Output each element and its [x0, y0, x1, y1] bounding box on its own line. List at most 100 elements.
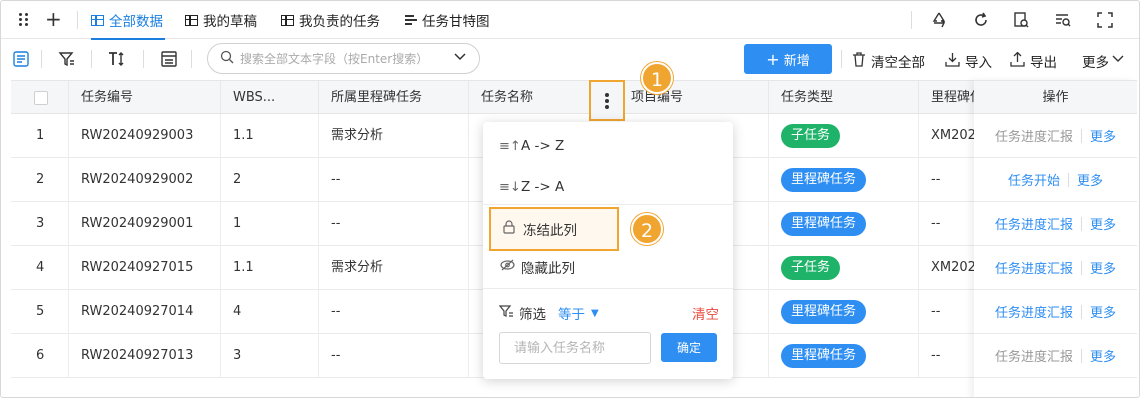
add-view-icon[interactable]: +	[45, 9, 62, 29]
fullscreen-icon[interactable]	[1095, 10, 1115, 30]
divider	[191, 50, 192, 68]
filter-row: 筛选 等于 ▼ 清空	[498, 303, 719, 323]
filter-value-input[interactable]	[499, 332, 651, 364]
search-box[interactable]	[207, 43, 480, 74]
select-all-cell	[11, 81, 69, 115]
caret-down-icon[interactable]: ▼	[591, 308, 599, 319]
sort-asc-item[interactable]: ≡↑ A -> Z	[499, 131, 564, 161]
filter-label: 筛选	[519, 307, 546, 323]
row-index: 6	[11, 334, 69, 378]
divider	[483, 288, 733, 289]
tab-gantt[interactable]: 任务甘特图	[405, 1, 490, 39]
layout-icon[interactable]	[159, 49, 179, 69]
more-label: 更多	[1082, 55, 1109, 71]
freeze-column-item[interactable]: 冻结此列	[489, 207, 619, 251]
wbs-cell: 1	[221, 202, 319, 246]
clear-all-button[interactable]: 清空全部	[852, 51, 925, 71]
trash-icon	[852, 51, 866, 71]
ops-cell: 任务开始 更多	[974, 158, 1137, 202]
milestone-code-cell: XM2024	[931, 260, 979, 275]
row-more-link[interactable]: 更多	[1090, 302, 1116, 321]
wbs-cell: 3	[221, 334, 319, 378]
row-more-link[interactable]: 更多	[1090, 258, 1116, 277]
ops-cell: 任务进度汇报 更多	[974, 246, 1137, 290]
tab-my-drafts[interactable]: 我的草稿	[185, 1, 257, 39]
hide-column-label: 隐藏此列	[521, 261, 575, 277]
divider	[1081, 348, 1082, 363]
row-action-link[interactable]: 任务开始	[1008, 170, 1060, 189]
record-view-icon[interactable]	[11, 49, 31, 69]
view-tab-bar: + 全部数据 我的草稿 我负责的任务 任务甘特图	[1, 1, 1139, 40]
more-button[interactable]: 更多	[1082, 51, 1125, 71]
filter-icon[interactable]	[57, 49, 77, 69]
report-search-icon[interactable]	[1011, 10, 1031, 30]
grid-icon	[281, 14, 294, 26]
row-index: 1	[11, 114, 69, 158]
task-code-cell: RW20240929003	[69, 114, 221, 158]
task-code-cell: RW20240927013	[69, 334, 221, 378]
divider	[143, 50, 144, 68]
header-milestone-code[interactable]: 里程碑任	[919, 81, 979, 115]
header-wbs[interactable]: WBS...	[221, 81, 319, 115]
sort-desc-icon: ≡↓	[499, 179, 521, 195]
export-button[interactable]: 导出	[1010, 51, 1057, 71]
refresh-icon[interactable]	[971, 10, 991, 30]
divider	[911, 11, 912, 29]
chevron-down-icon	[1111, 52, 1125, 70]
milestone-code-cell: --	[931, 304, 941, 319]
row-more-link[interactable]: 更多	[1090, 214, 1116, 233]
task-type-cell: 子任务	[769, 246, 919, 290]
add-button[interactable]: + 新增	[744, 44, 832, 74]
filter-icon	[498, 304, 514, 322]
import-button[interactable]: 导入	[945, 51, 992, 71]
header-project-code[interactable]: 项目编号	[619, 81, 769, 115]
callout-badge: 2	[631, 213, 663, 245]
recycle-icon[interactable]	[929, 10, 949, 30]
header-task-type[interactable]: 任务类型	[769, 81, 919, 115]
row-action-link[interactable]: 任务进度汇报	[995, 258, 1073, 277]
filter-list-icon[interactable]	[1053, 10, 1073, 30]
tab-all-data[interactable]: 全部数据	[91, 1, 165, 40]
ops-column: 操作 任务进度汇报 更多 任务开始 更多 任务进度汇报 更多 任务进度汇报 更多 任务进度汇报更…	[974, 80, 1137, 397]
ops-cell: 任务进度汇报 更多	[974, 202, 1137, 246]
task-code-cell: RW20240929001	[69, 202, 221, 246]
row-action-link[interactable]: 任务进度汇报	[995, 126, 1073, 145]
milestone-code-cell: --	[931, 216, 941, 231]
drag-grip-icon[interactable]	[19, 13, 31, 27]
select-all-checkbox[interactable]	[34, 91, 48, 105]
header-operations: 操作	[974, 80, 1137, 114]
column-menu-trigger[interactable]	[589, 80, 625, 121]
divider	[1081, 260, 1082, 275]
export-label: 导出	[1030, 55, 1057, 71]
tab-label: 我的草稿	[203, 14, 257, 30]
confirm-button[interactable]: 确定	[661, 333, 717, 362]
text-size-icon[interactable]	[107, 49, 127, 69]
header-task-code[interactable]: 任务编号	[69, 81, 221, 115]
row-action-link[interactable]: 任务进度汇报	[995, 214, 1073, 233]
row-action-link[interactable]: 任务进度汇报	[995, 346, 1073, 365]
row-action-link[interactable]: 任务进度汇报	[995, 302, 1073, 321]
sort-desc-item[interactable]: ≡↓ Z -> A	[499, 172, 564, 202]
milestone-cell: 需求分析	[319, 114, 469, 158]
clear-all-label: 清空全部	[871, 55, 925, 71]
chevron-down-icon[interactable]	[453, 50, 467, 68]
export-icon	[1010, 51, 1025, 71]
row-more-link[interactable]: 更多	[1090, 126, 1116, 145]
header-milestone-task[interactable]: 所属里程碑任务	[319, 81, 469, 115]
divider	[91, 50, 92, 68]
divider	[41, 50, 42, 68]
tab-my-tasks[interactable]: 我负责的任务	[281, 1, 380, 39]
clear-filter-button[interactable]: 清空	[692, 303, 719, 323]
divider	[483, 204, 733, 205]
row-more-link[interactable]: 更多	[1090, 346, 1116, 365]
wbs-cell: 1.1	[221, 114, 319, 158]
lock-icon	[501, 220, 517, 238]
milestone-code-cell: XM2024	[931, 128, 979, 143]
hide-column-item[interactable]: 隐藏此列	[499, 252, 575, 282]
task-type-badge: 里程碑任务	[781, 167, 867, 192]
row-more-link[interactable]: 更多	[1077, 170, 1103, 189]
search-input[interactable]	[240, 51, 450, 66]
search-icon	[220, 50, 234, 68]
filter-operator-select[interactable]: 等于	[558, 303, 585, 323]
task-code-cell: RW20240927015	[69, 246, 221, 290]
